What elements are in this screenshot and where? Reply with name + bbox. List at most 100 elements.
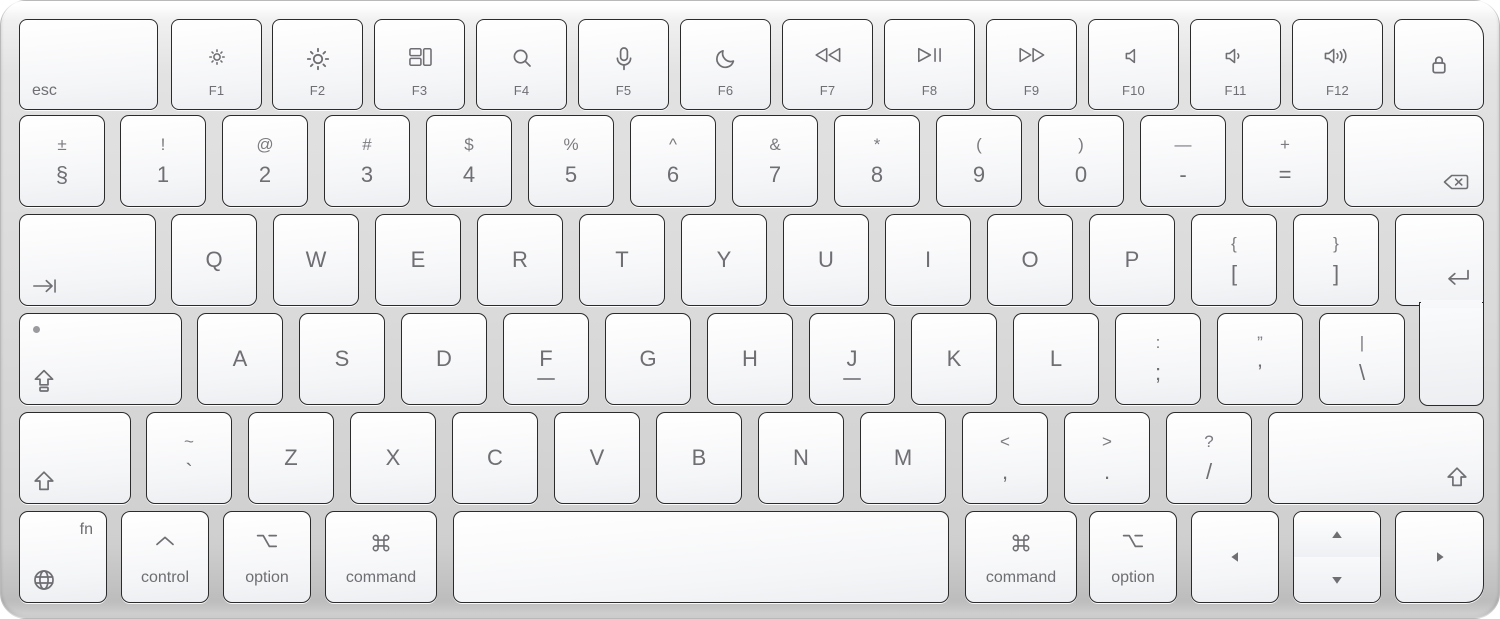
key-f2[interactable]: F2 — [272, 19, 363, 110]
key-3[interactable]: # 3 — [324, 115, 410, 207]
key-comma[interactable]: < , — [962, 412, 1048, 504]
key-f9[interactable]: F9 — [986, 19, 1077, 110]
key-f5[interactable]: F5 — [578, 19, 669, 110]
key-c[interactable]: C — [452, 412, 538, 504]
key-bracket-right[interactable]: } ] — [1293, 214, 1379, 306]
key-grave[interactable]: ~ ` — [146, 412, 232, 504]
key-equal[interactable]: + = — [1242, 115, 1328, 207]
key-tab[interactable] — [19, 214, 156, 306]
key-arrow-left[interactable] — [1191, 511, 1279, 603]
key-5[interactable]: % 5 — [528, 115, 614, 207]
key-command-left[interactable]: command — [325, 511, 437, 603]
shift-icon — [32, 469, 56, 493]
key-t[interactable]: T — [579, 214, 665, 306]
key-f11[interactable]: F11 — [1190, 19, 1281, 110]
key-4[interactable]: $ 4 — [426, 115, 512, 207]
key-s[interactable]: S — [299, 313, 385, 405]
key-e[interactable]: E — [375, 214, 461, 306]
lock-icon — [1395, 20, 1483, 109]
key-backslash[interactable]: | \ — [1319, 313, 1405, 405]
key-slash[interactable]: ? / — [1166, 412, 1252, 504]
key-option-right[interactable]: option — [1089, 511, 1177, 603]
key-option-left[interactable]: option — [223, 511, 311, 603]
volume-down-icon — [1191, 46, 1280, 66]
key-return[interactable] — [1395, 214, 1484, 406]
key-0[interactable]: ) 0 — [1038, 115, 1124, 207]
key-4-shift-label: $ — [464, 135, 474, 154]
key-d[interactable]: D — [401, 313, 487, 405]
key-esc[interactable]: esc — [19, 19, 158, 110]
key-x[interactable]: X — [350, 412, 436, 504]
brightness-up-icon — [273, 46, 362, 72]
key-m[interactable]: M — [860, 412, 946, 504]
key-g[interactable]: G — [605, 313, 691, 405]
key-f[interactable]: F — [503, 313, 589, 405]
key-command-right[interactable]: command — [965, 511, 1077, 603]
key-6[interactable]: ^ 6 — [630, 115, 716, 207]
control-caret-icon — [122, 534, 208, 548]
key-space[interactable] — [453, 511, 949, 603]
key-q[interactable]: Q — [171, 214, 257, 306]
key-semicolon[interactable]: : ; — [1115, 313, 1201, 405]
key-caps-lock[interactable] — [19, 313, 182, 405]
key-i[interactable]: I — [885, 214, 971, 306]
key-l[interactable]: L — [1013, 313, 1099, 405]
key-j-label: J — [846, 346, 858, 371]
key-v[interactable]: V — [554, 412, 640, 504]
key-f8[interactable]: F8 — [884, 19, 975, 110]
brightness-down-icon — [172, 46, 261, 68]
key-a[interactable]: A — [197, 313, 283, 405]
key-j[interactable]: J — [809, 313, 895, 405]
key-f12[interactable]: F12 — [1292, 19, 1383, 110]
key-fn[interactable]: fn — [19, 511, 107, 603]
key-n[interactable]: N — [758, 412, 844, 504]
key-r[interactable]: R — [477, 214, 563, 306]
key-z[interactable]: Z — [248, 412, 334, 504]
key-f7[interactable]: F7 — [782, 19, 873, 110]
key-9[interactable]: ( 9 — [936, 115, 1022, 207]
key-f6-label: F6 — [717, 83, 734, 98]
key-f3[interactable]: F3 — [374, 19, 465, 110]
key-8-shift-label: * — [873, 135, 881, 154]
key-section[interactable]: ± § — [19, 115, 105, 207]
key-6-label: 6 — [666, 162, 680, 187]
key-y-label: Y — [716, 247, 732, 272]
key-f6[interactable]: F6 — [680, 19, 771, 110]
key-f1[interactable]: F1 — [171, 19, 262, 110]
arrow-up-icon — [1330, 528, 1344, 542]
key-w[interactable]: W — [273, 214, 359, 306]
key-comma-label: , — [1001, 459, 1009, 484]
key-k[interactable]: K — [911, 313, 997, 405]
key-shift-left[interactable] — [19, 412, 131, 504]
key-b[interactable]: B — [656, 412, 742, 504]
key-quote[interactable]: ” ’ — [1217, 313, 1303, 405]
key-delete[interactable] — [1344, 115, 1484, 207]
key-arrow-right[interactable] — [1395, 511, 1484, 603]
key-p[interactable]: P — [1089, 214, 1175, 306]
key-shift-right[interactable] — [1268, 412, 1484, 504]
key-2[interactable]: @ 2 — [222, 115, 308, 207]
key-1[interactable]: ! 1 — [120, 115, 206, 207]
mission-control-icon — [375, 46, 464, 68]
key-7[interactable]: & 7 — [732, 115, 818, 207]
key-minus[interactable]: — - — [1140, 115, 1226, 207]
key-lock[interactable] — [1394, 19, 1484, 110]
key-h[interactable]: H — [707, 313, 793, 405]
key-period[interactable]: > . — [1064, 412, 1150, 504]
homing-bar — [843, 378, 861, 380]
delete-backspace-icon — [1443, 172, 1469, 192]
key-control-left[interactable]: control — [121, 511, 209, 603]
key-arrow-down[interactable] — [1294, 557, 1380, 602]
key-5-shift-label: % — [563, 135, 579, 154]
key-arrow-up[interactable] — [1294, 512, 1380, 557]
key-f10[interactable]: F10 — [1088, 19, 1179, 110]
key-option-left-label: option — [245, 569, 289, 586]
key-bracket-left[interactable]: { [ — [1191, 214, 1277, 306]
key-u[interactable]: U — [783, 214, 869, 306]
shift-icon — [1445, 465, 1469, 489]
key-control-left-label: control — [140, 569, 190, 586]
key-8[interactable]: * 8 — [834, 115, 920, 207]
key-y[interactable]: Y — [681, 214, 767, 306]
key-o[interactable]: O — [987, 214, 1073, 306]
key-f4[interactable]: F4 — [476, 19, 567, 110]
